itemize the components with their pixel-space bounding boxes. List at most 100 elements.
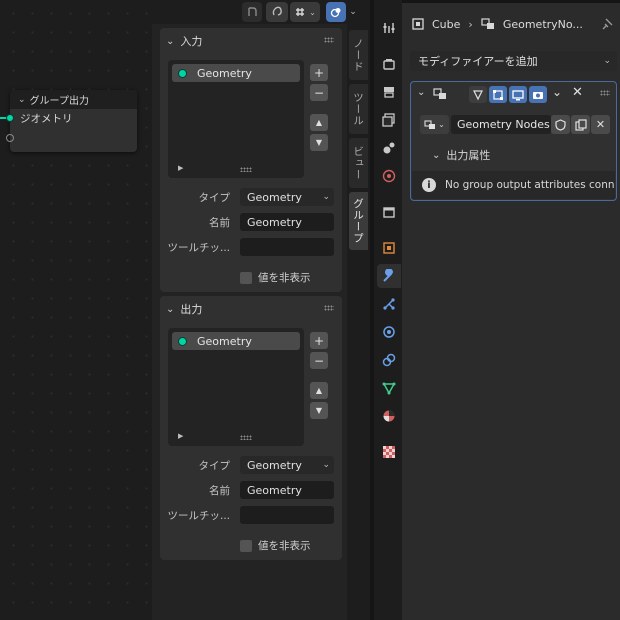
outputs-panel-header[interactable]: ⌄ 出力 (160, 296, 342, 322)
tooltip-label: ツールチッ... (167, 510, 230, 522)
drag-grip-icon[interactable] (324, 37, 334, 43)
modifier-menu-chevron-icon[interactable]: ⌄ (552, 85, 562, 99)
inputs-list[interactable]: Geometry ▶ (168, 60, 304, 178)
collapse-chevron-icon[interactable]: ⌄ (417, 87, 425, 98)
expand-triangle-icon[interactable]: ▶ (178, 164, 183, 172)
edit-mode-icon[interactable] (489, 86, 507, 103)
empty-socket[interactable] (6, 134, 14, 142)
geometry-nodes-icon (433, 88, 446, 99)
properties-editor: Cube › GeometryNo... モディファイアーを追加 ⌄ ⌄ ⌄ ✕… (402, 0, 620, 620)
breadcrumb: Cube › GeometryNo... (402, 12, 620, 36)
socket-label: ジオメトリ (20, 113, 73, 125)
output-attributes-subpanel-header[interactable]: ⌄ 出力属性 (412, 143, 615, 167)
constraints-icon[interactable] (377, 348, 401, 372)
tab-tool[interactable]: ツール (349, 84, 368, 134)
move-down-button[interactable]: ▼ (310, 402, 328, 419)
hide-value-checkbox[interactable] (240, 539, 252, 552)
type-dropdown[interactable]: Geometry ⌄ (240, 456, 334, 474)
triangle-up-icon: ▲ (315, 118, 323, 127)
hide-value-toggle[interactable]: 値を非表示 (240, 538, 311, 553)
info-message: i No group output attributes conn... (412, 171, 615, 199)
list-item[interactable]: Geometry (172, 64, 300, 82)
inputs-panel-header[interactable]: ⌄ 入力 (160, 28, 342, 54)
type-label: タイプ (198, 192, 231, 204)
name-field[interactable]: Geometry (240, 481, 334, 499)
expand-triangle-icon[interactable]: ▶ (178, 432, 183, 440)
move-down-button[interactable]: ▼ (310, 134, 328, 151)
collapse-chevron-icon[interactable]: ⌄ (18, 95, 26, 105)
world-icon[interactable] (377, 164, 401, 188)
node-header[interactable]: ⌄ グループ出力 (10, 90, 137, 109)
hide-value-checkbox[interactable] (240, 271, 252, 284)
geometry-socket[interactable] (6, 114, 14, 122)
move-up-button[interactable]: ▲ (310, 382, 328, 399)
list-resize-grip-icon[interactable] (240, 435, 252, 440)
data-icon[interactable] (377, 376, 401, 400)
node-group-field[interactable]: Geometry Nodes (451, 115, 551, 134)
node-tree-icon (424, 119, 436, 129)
drag-grip-icon[interactable] (324, 305, 334, 311)
list-resize-grip-icon[interactable] (240, 167, 252, 172)
name-label: 名前 (209, 217, 230, 229)
outputs-list[interactable]: Geometry ▶ (168, 328, 304, 446)
breadcrumb-object: Cube (432, 17, 461, 31)
tooltip-field[interactable] (240, 506, 334, 524)
output-icon[interactable] (377, 80, 401, 104)
tab-node[interactable]: ノード (349, 30, 368, 80)
tooltip-field[interactable] (240, 238, 334, 256)
node-group-type-button[interactable]: ⌄ (420, 115, 449, 134)
overlay-icon[interactable] (326, 2, 346, 22)
hide-value-toggle[interactable]: 値を非表示 (240, 270, 311, 285)
type-value: Geometry (247, 190, 302, 204)
object-icon[interactable] (377, 236, 401, 260)
add-output-button[interactable]: + (310, 332, 328, 349)
undo-icon[interactable] (242, 2, 262, 22)
type-dropdown[interactable]: Geometry ⌄ (240, 188, 334, 206)
particles-icon[interactable] (377, 292, 401, 316)
node-editor-canvas[interactable]: ⌄ グループ出力 ジオメトリ (0, 0, 152, 620)
view-layer-icon[interactable] (377, 108, 401, 132)
chevron-down-icon: ⌄ (322, 460, 330, 470)
render-icon[interactable] (377, 52, 401, 76)
scene-icon[interactable] (377, 136, 401, 160)
add-modifier-dropdown[interactable]: モディファイアーを追加 ⌄ (410, 51, 617, 71)
chevron-down-icon: ⌄ (603, 56, 611, 66)
move-up-button[interactable]: ▲ (310, 114, 328, 131)
chevron-down-icon: ⌄ (438, 120, 445, 129)
duplicate-button[interactable] (571, 115, 590, 134)
output-attributes-label: 出力属性 (446, 149, 491, 162)
tool-icon[interactable] (377, 16, 401, 40)
chevron-down-icon: ⌄ (166, 303, 175, 315)
remove-input-button[interactable]: − (310, 84, 328, 101)
drag-grip-icon[interactable] (600, 90, 610, 96)
modifier-icon[interactable] (377, 264, 401, 288)
overlay-dropdown-chevron-icon[interactable]: ⌄ (347, 2, 359, 22)
pin-icon[interactable] (602, 18, 614, 30)
tab-group[interactable]: グループ (349, 192, 368, 250)
collection-icon[interactable] (377, 200, 401, 224)
triangle-down-icon: ▼ (315, 138, 323, 147)
close-icon[interactable]: ✕ (572, 85, 583, 100)
remove-output-button[interactable]: − (310, 352, 328, 369)
list-item[interactable]: Geometry (172, 332, 300, 350)
list-item-label: Geometry (197, 334, 252, 348)
add-input-button[interactable]: + (310, 64, 328, 81)
info-message-text: No group output attributes conn... (445, 179, 615, 191)
viewport-display-icon[interactable] (509, 86, 527, 103)
tab-view[interactable]: ビュー (349, 138, 368, 188)
geometry-socket-icon (178, 336, 187, 346)
inputs-panel: ⌄ 入力 Geometry ▶ + − ▲ ▼ タイプ Geometry ⌄ 名… (160, 28, 342, 292)
unlink-button[interactable]: ✕ (591, 115, 610, 134)
fake-user-shield-button[interactable] (551, 115, 570, 134)
chevron-down-icon: ⌄ (322, 192, 330, 202)
render-camera-icon[interactable] (529, 86, 547, 103)
physics-icon[interactable] (377, 320, 401, 344)
type-value: Geometry (247, 458, 302, 472)
link-icon[interactable] (266, 2, 288, 22)
name-field[interactable]: Geometry (240, 213, 334, 231)
snap-icon[interactable]: ⌄ (290, 2, 320, 22)
material-icon[interactable] (377, 404, 401, 428)
texture-icon[interactable] (377, 440, 401, 464)
group-output-node[interactable]: ⌄ グループ出力 ジオメトリ (6, 90, 137, 152)
edit-mode-cage-icon[interactable] (469, 86, 487, 103)
